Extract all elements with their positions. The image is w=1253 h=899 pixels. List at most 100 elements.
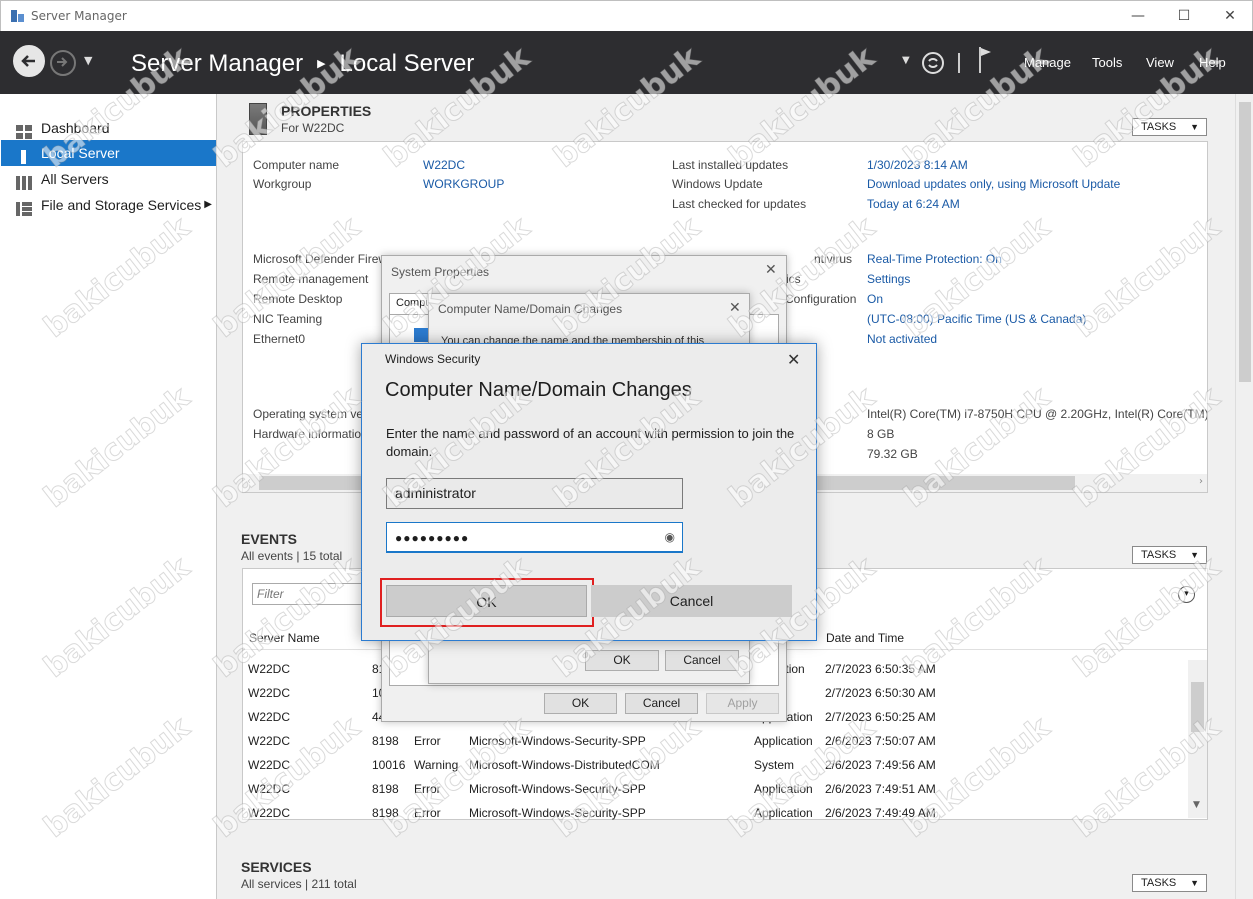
property-value: 79.32 GB [867,447,918,461]
event-datetime-cell: 2/7/2023 6:50:30 AM [825,686,936,700]
breadcrumb-page: Local Server [339,50,475,77]
sidebar-item-dashboard[interactable]: Dashboard [1,115,216,141]
close-icon[interactable]: ✕ [729,300,741,316]
system-properties-cancel-button[interactable]: Cancel [625,693,698,714]
event-id-cell: 8198 [372,782,399,796]
events-scrollbar[interactable]: ▼ [1188,660,1207,818]
system-properties-apply-button[interactable]: Apply [706,693,779,714]
property-value-link[interactable]: 1/30/2023 8:14 AM [867,158,968,172]
sidebar-item-label: Local Server [41,145,120,161]
menu-view[interactable]: View [1146,55,1174,70]
name-changes-cancel-button[interactable]: Cancel [665,650,739,671]
table-row[interactable]: W22DC 10016 Warning Microsoft-Windows-Distr… [243,754,1187,776]
property-label: Ethernet0 [253,332,306,346]
header-dropdown-icon[interactable]: ▼ [902,55,910,66]
property-label: Last installed updates [672,158,789,172]
event-server-cell: W22DC [248,686,291,700]
property-value-link[interactable]: WORKGROUP [423,177,504,191]
system-properties-title: System Properties [391,265,490,279]
menu-manage[interactable]: Manage [1024,55,1071,70]
notifications-flag-icon[interactable] [978,47,992,76]
event-server-cell: W22DC [248,734,291,748]
services-subtitle: All services | 211 total [241,877,357,891]
event-datetime-cell: 2/6/2023 7:49:51 AM [825,782,936,796]
expand-collapse-icon[interactable]: ▾ [1178,586,1195,603]
event-log-cell: Application [754,806,813,820]
event-id-cell: 10016 [372,758,406,772]
property-value: 8 GB [867,427,895,441]
column-header-server-name[interactable]: Server Name [249,631,320,645]
sidebar-item-local-server[interactable]: Local Server [1,140,216,166]
breadcrumb: Server Manager ▶ Local Server [131,50,474,78]
property-label: Windows Update [672,177,763,191]
events-subtitle: All events | 15 total [241,549,343,563]
reveal-password-eye-icon[interactable]: ◉ [665,523,675,552]
breadcrumb-app[interactable]: Server Manager [131,50,303,77]
nav-history-dropdown-icon[interactable]: ▼ [84,54,92,67]
system-properties-ok-button[interactable]: OK [544,693,617,714]
property-label: Workgroup [253,177,312,191]
column-header-date-time[interactable]: Date and Time [826,631,904,645]
password-input[interactable]: ●●●●●●●●● ◉ [386,522,683,553]
event-log-cell: Application [754,782,813,796]
property-value-link[interactable]: Real-Time Protection: On [867,252,1002,266]
sidebar-item-label: File and Storage Services [41,197,202,213]
event-datetime-cell: 2/6/2023 7:49:49 AM [825,806,936,820]
windows-security-ok-button[interactable]: OK [386,585,587,617]
property-label: Configuration [785,292,857,306]
event-severity-cell: Warning [414,758,459,772]
property-label: Microsoft Defender Firew [253,252,388,266]
property-value-link[interactable]: Settings [867,272,910,286]
username-input[interactable]: administrator [386,478,683,509]
close-icon[interactable]: ✕ [787,350,800,369]
property-label: Remote management [253,272,369,286]
main-scrollbar[interactable] [1235,94,1253,899]
services-tasks-button[interactable]: TASKS ▼ [1132,874,1207,892]
properties-tasks-button[interactable]: TASKS ▼ [1132,118,1207,136]
properties-section-icon [249,103,267,135]
menu-tools[interactable]: Tools [1092,55,1122,70]
header-divider [958,53,960,73]
property-value-link[interactable]: (UTC-08:00) Pacific Time (US & Canada) [867,312,1086,326]
minimize-button[interactable]: — [1128,7,1148,25]
event-source-cell: Microsoft-Windows-Security-SPP [469,782,646,796]
close-button[interactable]: ✕ [1220,7,1240,25]
table-row[interactable]: W22DC 8198 Error Microsoft-Windows-Security… [243,778,1187,800]
maximize-button[interactable]: ☐ [1174,7,1194,25]
table-row[interactable]: W22DC 8198 Error Microsoft-Windows-Security… [243,730,1187,752]
tab-computer-name[interactable]: Compu [389,293,431,315]
property-value-link[interactable]: Not activated [867,332,937,346]
property-value-link[interactable]: Download updates only, using Microsoft U… [867,177,1120,191]
event-server-cell: W22DC [248,782,291,796]
event-log-cell: System [754,758,795,772]
close-icon[interactable]: ✕ [765,262,777,278]
event-id-cell: 8198 [372,734,399,748]
table-row[interactable]: W22DC 8198 Error Microsoft-Windows-Security… [243,802,1187,824]
events-tasks-button[interactable]: TASKS ▼ [1132,546,1207,564]
windows-security-dialog: Windows Security ✕ Computer Name/Domain … [361,343,817,641]
network-icon [414,328,428,342]
storage-icon [16,198,33,216]
property-value-link[interactable]: Today at 6:24 AM [867,197,960,211]
event-datetime-cell: 2/6/2023 7:49:56 AM [825,758,936,772]
back-button[interactable] [13,45,45,77]
event-source-cell: Microsoft-Windows-Security-SPP [469,734,646,748]
chevron-right-icon: ▶ [204,199,212,210]
menu-help[interactable]: Help [1199,55,1226,70]
event-id-cell: 8198 [372,806,399,820]
event-severity-cell: Error [414,734,441,748]
properties-subtitle: For W22DC [281,121,345,135]
event-server-cell: W22DC [248,806,291,820]
refresh-icon[interactable] [921,51,945,75]
sidebar-item-all-servers[interactable]: All Servers [1,166,216,192]
chevron-down-icon: ▼ [1190,122,1199,132]
event-log-cell: Application [754,734,813,748]
property-value-link[interactable]: W22DC [423,158,465,172]
event-server-cell: W22DC [248,710,291,724]
sidebar-item-file-storage[interactable]: File and Storage Services ▶ [1,192,216,218]
breadcrumb-separator-icon: ▶ [317,58,326,70]
forward-button[interactable] [50,50,76,76]
windows-security-cancel-button[interactable]: Cancel [591,585,792,617]
property-value-link[interactable]: On [867,292,883,306]
name-changes-ok-button[interactable]: OK [585,650,659,671]
